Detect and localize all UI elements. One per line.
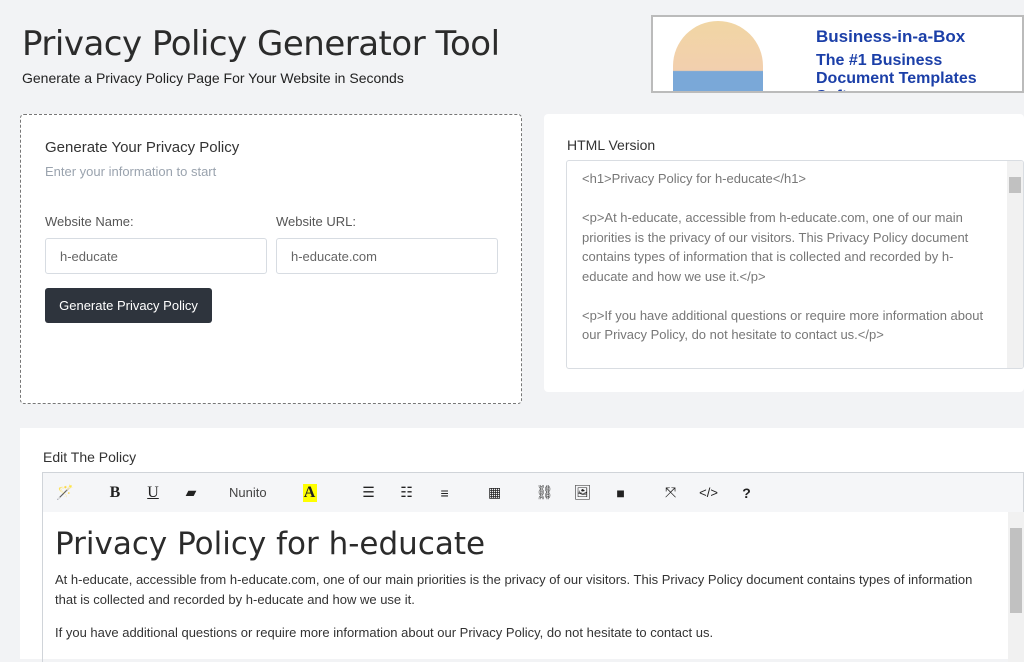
ordered-list-icon[interactable]: ☷ — [395, 484, 419, 501]
generator-subtitle: Enter your information to start — [45, 164, 217, 179]
highlight-color-icon[interactable]: A — [302, 483, 317, 502]
link-icon[interactable]: ⛓ — [533, 484, 557, 501]
policy-paragraph: At h-educate, accessible from h-educate.… — [55, 572, 973, 607]
website-name-input[interactable] — [45, 238, 267, 274]
html-code-textarea[interactable]: <h1>Privacy Policy for h-educate</h1> <p… — [566, 160, 1024, 369]
bold-icon[interactable]: B — [103, 484, 127, 502]
table-icon[interactable]: ▦ — [483, 484, 507, 501]
video-icon[interactable]: ■ — [609, 485, 633, 501]
editor-card: Edit The Policy 🪄 B U ▰ Nunito A ☰ ☷ ≡ ▦… — [20, 428, 1024, 662]
website-url-label: Website URL: — [276, 214, 356, 229]
code-view-icon[interactable]: </> — [697, 485, 721, 500]
website-url-input[interactable] — [276, 238, 498, 274]
magic-wand-icon[interactable]: 🪄 — [53, 484, 77, 501]
image-icon[interactable]: 🖼 — [571, 484, 595, 501]
underline-icon[interactable]: U — [141, 484, 165, 502]
generator-title: Generate Your Privacy Policy — [45, 139, 240, 156]
page-title: Privacy Policy Generator Tool — [22, 24, 500, 64]
align-icon[interactable]: ≡ — [433, 485, 457, 501]
html-version-title: HTML Version — [567, 137, 656, 153]
scrollbar[interactable] — [1007, 161, 1023, 368]
ad-brand: Business-in-a-Box — [816, 27, 966, 46]
scrollbar-thumb[interactable] — [1010, 528, 1022, 613]
website-name-label: Website Name: — [45, 214, 134, 229]
ad-banner[interactable]: Business-in-a-Box The #1 Business Docume… — [651, 15, 1024, 93]
editor-content[interactable]: Privacy Policy for h-educate At h-educat… — [42, 512, 1024, 662]
editor-title: Edit The Policy — [43, 449, 137, 465]
ad-tagline: The #1 Business Document Templates Softw… — [816, 52, 977, 91]
fullscreen-icon[interactable]: ⤧ — [659, 484, 683, 501]
editor-toolbar: 🪄 B U ▰ Nunito A ☰ ☷ ≡ ▦ ⛓ 🖼 ■ ⤧ </> ? — [42, 472, 1024, 512]
unordered-list-icon[interactable]: ☰ — [357, 484, 381, 501]
html-code: <h1>Privacy Policy for h-educate</h1> <p… — [582, 171, 984, 368]
generate-button[interactable]: Generate Privacy Policy — [45, 288, 212, 323]
policy-paragraph: If you have additional questions or requ… — [55, 625, 714, 640]
help-icon[interactable]: ? — [735, 485, 759, 501]
generator-card: Generate Your Privacy Policy Enter your … — [20, 114, 522, 404]
html-version-card: HTML Version <h1>Privacy Policy for h-ed… — [544, 114, 1024, 392]
ad-person-image — [673, 21, 763, 91]
policy-heading: Privacy Policy for h-educate — [55, 526, 486, 562]
scrollbar-thumb[interactable] — [1009, 177, 1021, 193]
font-select[interactable]: Nunito — [229, 485, 267, 500]
eraser-icon[interactable]: ▰ — [179, 484, 203, 501]
page-subtitle: Generate a Privacy Policy Page For Your … — [22, 70, 404, 86]
scrollbar[interactable] — [1008, 512, 1024, 662]
